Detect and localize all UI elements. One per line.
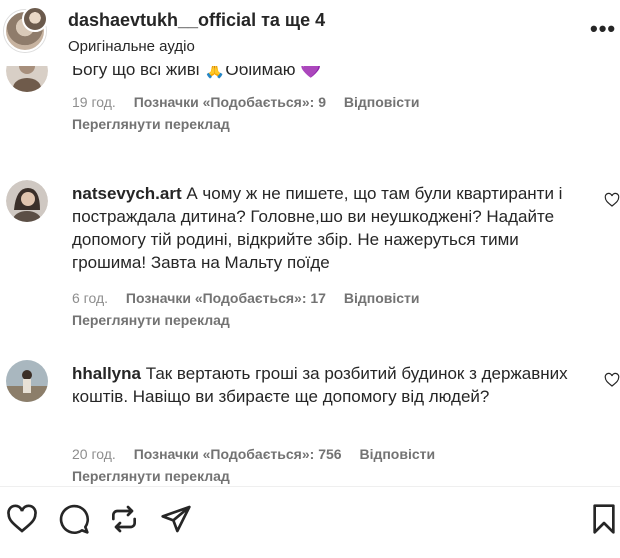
commenter-avatar[interactable] [6, 66, 48, 92]
see-translation-link[interactable]: Переглянути переклад [72, 468, 230, 484]
like-comment-heart-icon[interactable] [604, 192, 620, 208]
comment-text: Так вертають гроші за розбитий будинок з… [72, 364, 568, 406]
reel-header: dashaevtukh__official та ще 4 Оригінальн… [0, 0, 620, 66]
comment-likes-count[interactable]: Позначки «Подобається»: 9 [134, 94, 326, 110]
heart-icon[interactable] [6, 503, 38, 535]
comment-likes-count[interactable]: Позначки «Подобається»: 17 [126, 290, 326, 306]
audio-label[interactable]: Оригінальне аудіо [68, 38, 195, 55]
comment-time: 6 год. [72, 290, 109, 306]
see-translation-link[interactable]: Переглянути переклад [72, 116, 230, 132]
comment-meta: 19 год. Позначки «Подобається»: 9 Відпов… [72, 94, 434, 110]
header-title[interactable]: dashaevtukh__official та ще 4 [68, 10, 325, 31]
bookmark-icon[interactable] [588, 503, 620, 535]
like-comment-heart-icon[interactable] [604, 372, 620, 388]
commenter-avatar[interactable] [6, 180, 48, 222]
avatar-image [6, 360, 48, 402]
comments-list: Богу що всі живі 🙏Обіймаю 💜 19 год. Позн… [0, 66, 620, 486]
reply-button[interactable]: Відповісти [344, 290, 420, 306]
reply-button[interactable]: Відповісти [359, 446, 435, 462]
comment-meta: 20 год. Позначки «Подобається»: 756 Відп… [72, 446, 449, 462]
more-options-button[interactable]: ••• [590, 18, 616, 40]
reply-button[interactable]: Відповісти [344, 94, 420, 110]
avatar-image [6, 66, 48, 92]
comment-time: 20 год. [72, 446, 116, 462]
see-translation-link[interactable]: Переглянути переклад [72, 312, 230, 328]
commenter-username[interactable]: natsevych.art [72, 184, 182, 203]
repost-icon[interactable] [108, 503, 140, 535]
comment-body: natsevych.art А чому ж не пишете, що там… [72, 182, 592, 274]
comment-body: hhallyna Так вертають гроші за розбитий … [72, 362, 592, 408]
comment-likes-count[interactable]: Позначки «Подобається»: 756 [134, 446, 342, 462]
comment-icon[interactable] [58, 503, 90, 535]
comment-text: Богу що всі живі 🙏Обіймаю 💜 [72, 66, 322, 79]
post-action-bar [0, 486, 620, 558]
avatar-image [6, 180, 48, 222]
share-icon[interactable] [160, 503, 192, 535]
author-username[interactable]: dashaevtukh__official [68, 10, 256, 30]
comment-meta: 6 год. Позначки «Подобається»: 17 Відпов… [72, 290, 434, 306]
coauthors-count[interactable]: та ще 4 [256, 10, 325, 30]
commenter-avatar[interactable] [6, 360, 48, 402]
commenter-username[interactable]: hhallyna [72, 364, 141, 383]
coauthor-avatar[interactable] [22, 6, 48, 32]
comment-time: 19 год. [72, 94, 116, 110]
